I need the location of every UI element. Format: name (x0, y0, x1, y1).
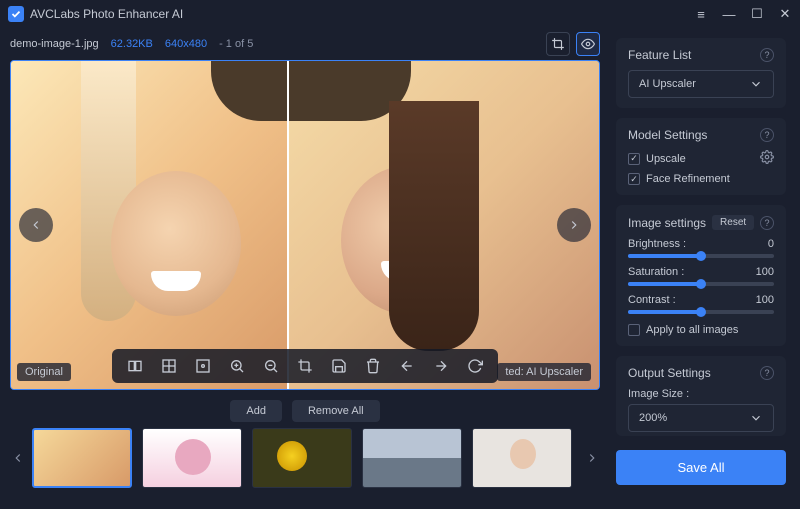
output-settings-title: Output Settings (628, 366, 711, 380)
model-settings-title: Model Settings (628, 128, 707, 142)
saturation-value: 100 (756, 266, 774, 278)
feature-select[interactable]: AI Upscaler (628, 70, 774, 98)
add-button[interactable]: Add (230, 400, 282, 422)
feature-selected: AI Upscaler (639, 78, 696, 90)
help-icon[interactable]: ? (760, 366, 774, 380)
file-position: - 1 of 5 (219, 38, 253, 50)
compare-grid-icon[interactable] (158, 355, 180, 377)
feature-list-title: Feature List (628, 48, 691, 62)
file-resolution: 640x480 (165, 38, 207, 50)
contrast-value: 100 (756, 294, 774, 306)
remove-all-button[interactable]: Remove All (292, 400, 380, 422)
apply-all-label: Apply to all images (646, 324, 738, 336)
saturation-slider[interactable] (628, 282, 774, 286)
crop-button[interactable] (546, 32, 570, 56)
feature-list-panel: Feature List ? AI Upscaler (616, 38, 786, 108)
delete-icon[interactable] (362, 355, 384, 377)
apply-all-checkbox[interactable] (628, 324, 640, 336)
output-settings-panel: Output Settings ? Image Size : 200% (616, 356, 786, 436)
contrast-label: Contrast : (628, 294, 676, 306)
thumbnail-2[interactable] (142, 428, 242, 488)
refresh-icon[interactable] (464, 355, 486, 377)
help-icon[interactable]: ? (760, 128, 774, 142)
brightness-label: Brightness : (628, 238, 686, 250)
zoom-out-icon[interactable] (260, 355, 282, 377)
undo-icon[interactable] (396, 355, 418, 377)
zoom-in-icon[interactable] (226, 355, 248, 377)
reset-button[interactable]: Reset (712, 215, 754, 230)
chevron-down-icon (749, 77, 763, 91)
compare-slider[interactable] (287, 61, 289, 389)
compare-side-icon[interactable] (124, 355, 146, 377)
face-refinement-label: Face Refinement (646, 173, 730, 185)
file-name: demo-image-1.jpg (10, 38, 99, 50)
redo-icon[interactable] (430, 355, 452, 377)
image-size-select[interactable]: 200% (628, 404, 774, 432)
save-icon[interactable] (328, 355, 350, 377)
help-icon[interactable]: ? (760, 216, 774, 230)
viewer-toolbar (112, 349, 498, 383)
thumbnail-4[interactable] (362, 428, 462, 488)
image-viewer: Original ted: AI Upscaler (10, 60, 600, 390)
minimize-button[interactable]: ― (722, 7, 736, 21)
upscale-checkbox[interactable] (628, 153, 640, 165)
app-title: AVCLabs Photo Enhancer AI (30, 7, 694, 21)
chevron-down-icon (749, 411, 763, 425)
prev-image-button[interactable] (19, 208, 53, 242)
file-size: 62.32KB (111, 38, 153, 50)
face-refinement-checkbox[interactable] (628, 173, 640, 185)
thumbnail-3[interactable] (252, 428, 352, 488)
thumbs-prev-button[interactable] (10, 428, 26, 488)
close-button[interactable]: ✕ (778, 7, 792, 21)
original-label: Original (17, 363, 71, 381)
image-settings-panel: Image settings Reset ? Brightness : 0 Sa… (616, 205, 786, 346)
preview-button[interactable] (576, 32, 600, 56)
thumbnail-1[interactable] (32, 428, 132, 488)
model-settings-panel: Model Settings ? Upscale Face Refinement (616, 118, 786, 195)
maximize-button[interactable]: ☐ (750, 7, 764, 21)
brightness-slider[interactable] (628, 254, 774, 258)
save-all-button[interactable]: Save All (616, 450, 786, 485)
gear-icon[interactable] (760, 150, 774, 167)
app-logo (8, 6, 24, 22)
next-image-button[interactable] (557, 208, 591, 242)
crop-tool-icon[interactable] (294, 355, 316, 377)
contrast-slider[interactable] (628, 310, 774, 314)
fit-icon[interactable] (192, 355, 214, 377)
thumbnail-5[interactable] (472, 428, 572, 488)
saturation-label: Saturation : (628, 266, 684, 278)
image-size-value: 200% (639, 412, 667, 424)
menu-icon[interactable]: ≡ (694, 7, 708, 21)
image-settings-title: Image settings (628, 216, 706, 230)
upscale-label: Upscale (646, 153, 686, 165)
brightness-value: 0 (768, 238, 774, 250)
image-size-label: Image Size : (628, 388, 774, 400)
thumbs-next-button[interactable] (584, 428, 600, 488)
help-icon[interactable]: ? (760, 48, 774, 62)
applied-label: ted: AI Upscaler (497, 363, 591, 381)
